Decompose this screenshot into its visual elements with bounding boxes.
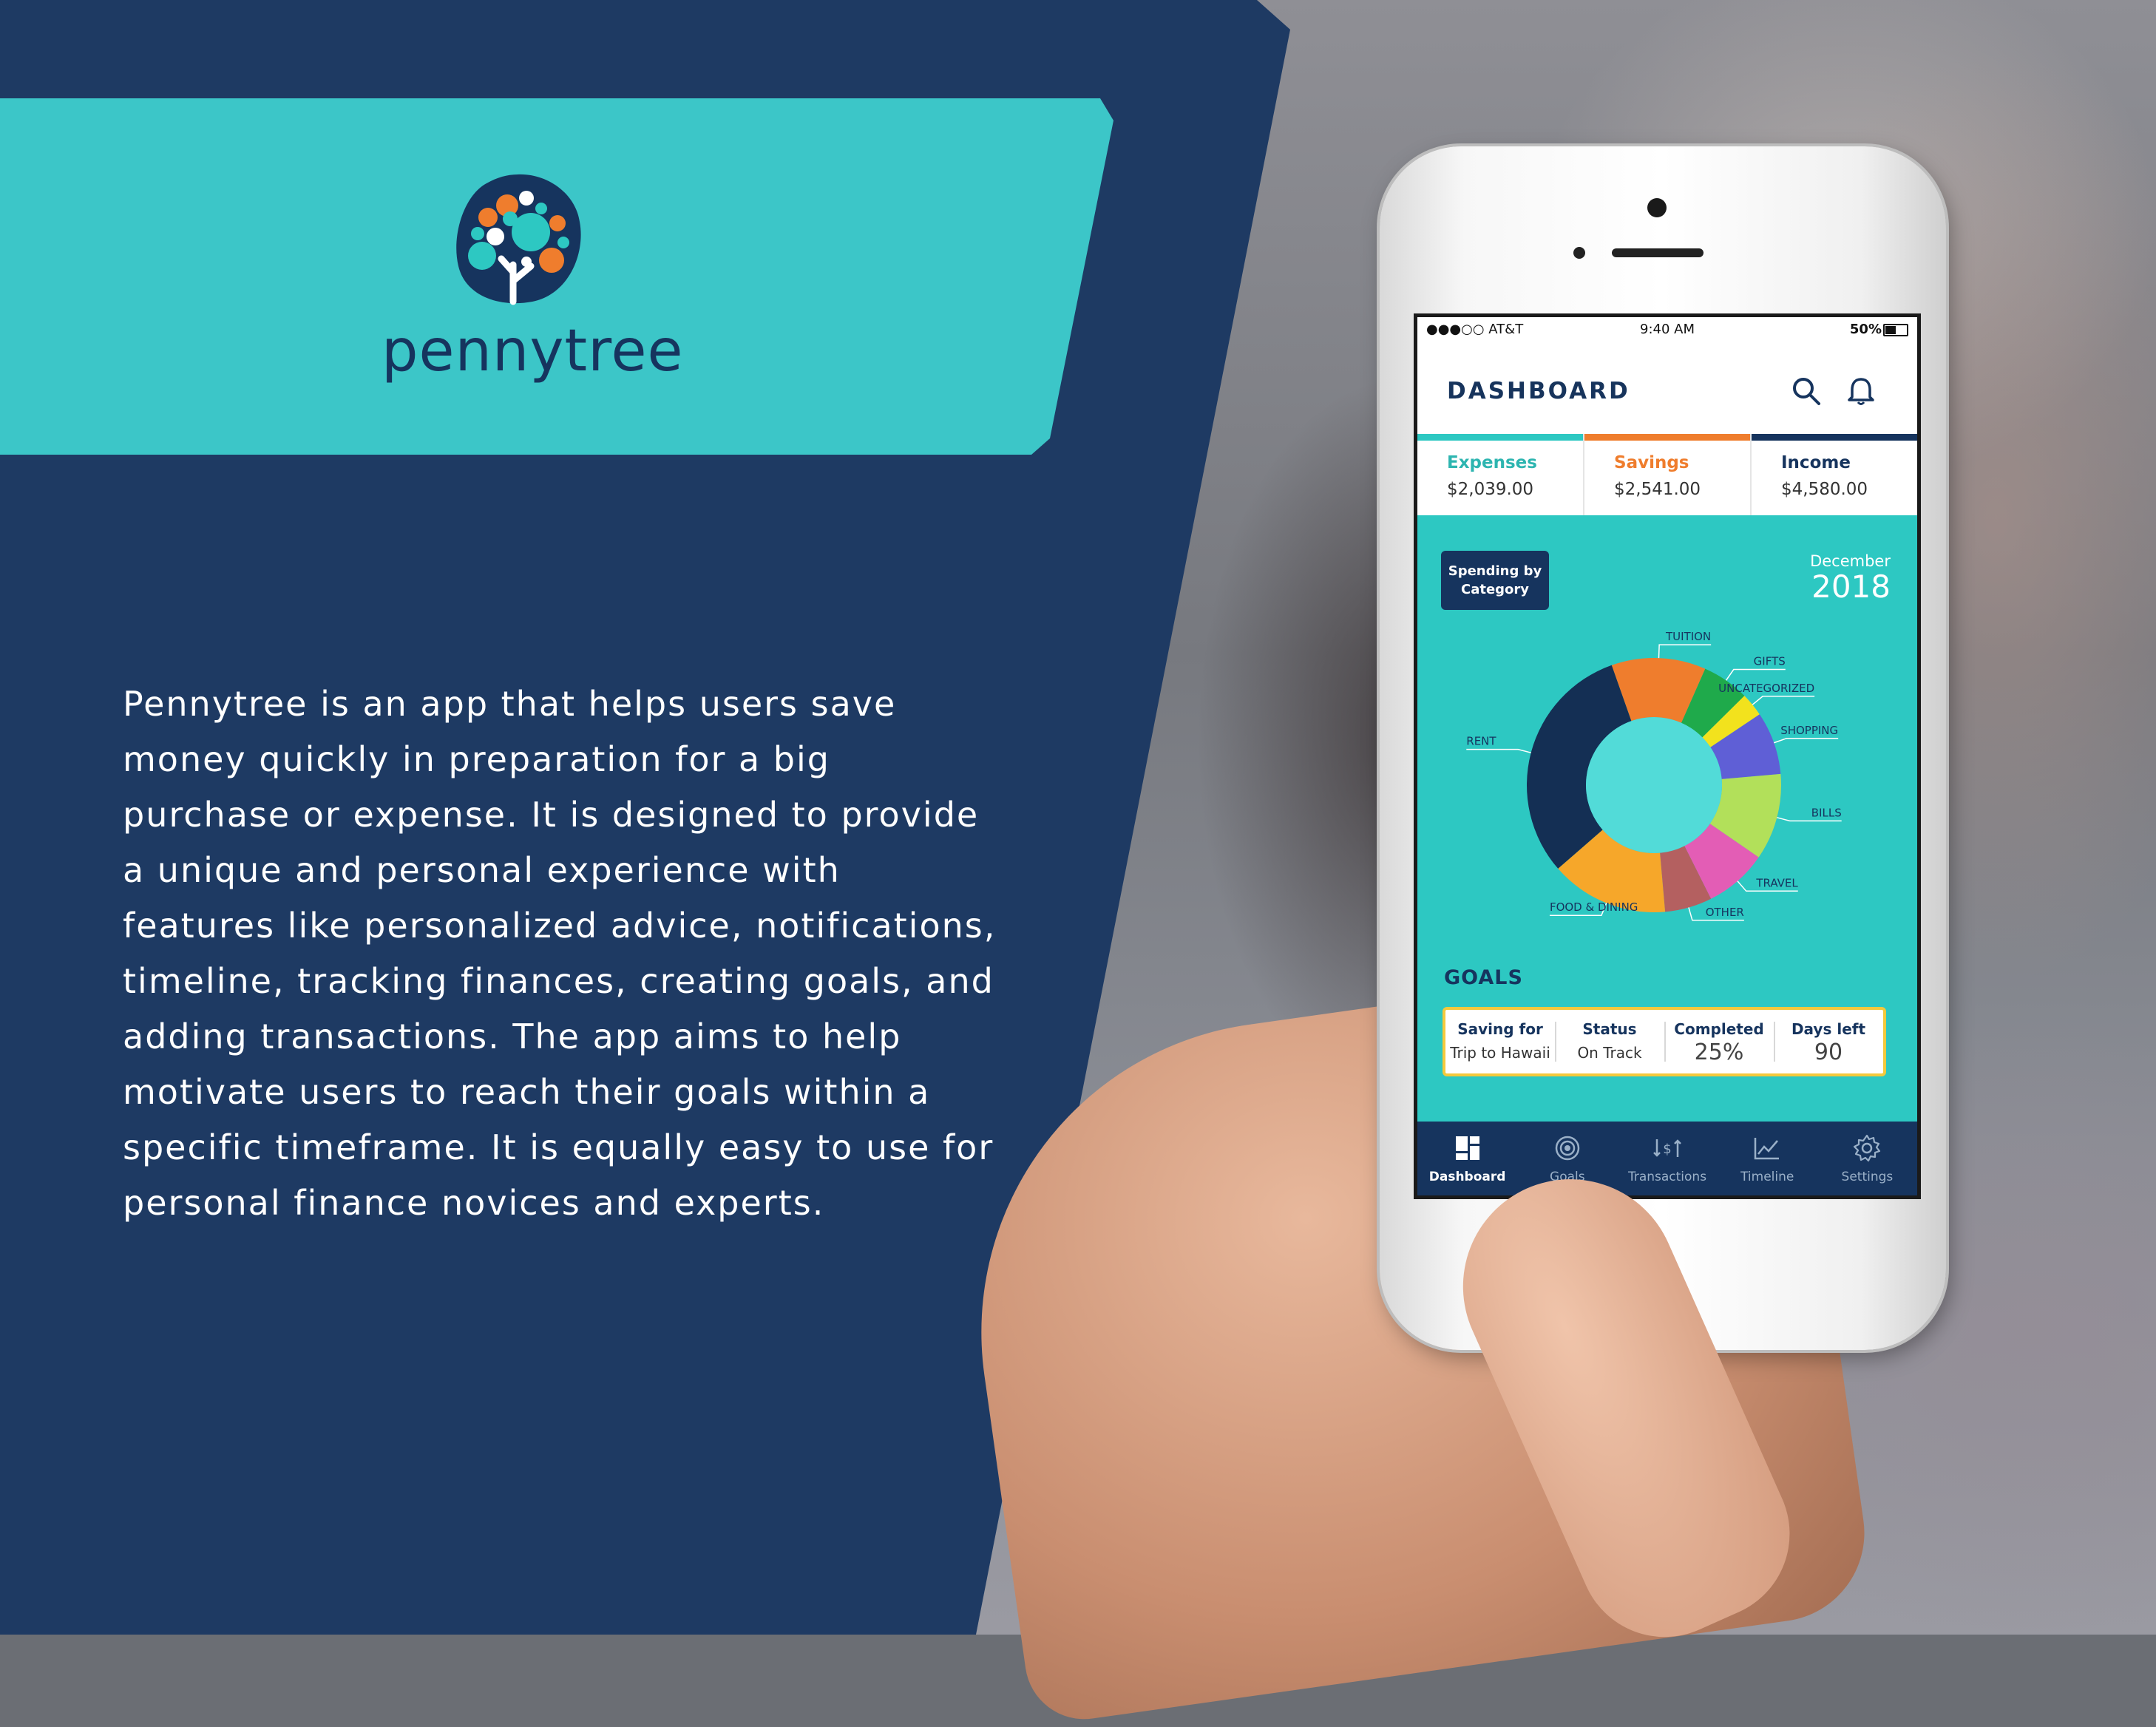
tab-transactions[interactable]: $ Transactions: [1617, 1122, 1717, 1195]
summary-row: Expenses $2,039.00 Savings $2,541.00 Inc…: [1417, 434, 1917, 515]
description-line: motivate users to reach their goals with…: [123, 1072, 931, 1112]
proximity-sensor: [1573, 247, 1585, 259]
summary-income[interactable]: Income $4,580.00: [1750, 434, 1917, 515]
goal-value: Trip to Hawaii: [1450, 1044, 1550, 1062]
summary-value: $2,541.00: [1614, 480, 1701, 499]
app-header: DASHBOARD: [1417, 360, 1917, 419]
dashboard-icon: [1455, 1136, 1479, 1160]
goal-value: 25%: [1694, 1039, 1744, 1065]
summary-expenses[interactable]: Expenses $2,039.00: [1417, 434, 1583, 515]
goal-value: 90: [1814, 1039, 1843, 1065]
summary-value: $4,580.00: [1781, 480, 1868, 499]
description-line: money quickly in preparation for a big: [123, 739, 830, 779]
battery-icon: [1883, 324, 1908, 336]
bottom-tab-bar: Dashboard Goals $ Transactions Timeline: [1417, 1122, 1917, 1195]
goal-header: Completed: [1674, 1020, 1764, 1038]
summary-label: Savings: [1614, 453, 1689, 472]
slice-leader-line: [1725, 668, 1786, 681]
description-line: a unique and personal experience with: [123, 850, 841, 890]
slice-leader-line: [1752, 696, 1815, 705]
summary-label: Income: [1781, 453, 1851, 472]
summary-bar: [1584, 434, 1750, 441]
goal-status: Status On Track: [1555, 1010, 1664, 1073]
goal-saving-for: Saving for Trip to Hawaii: [1445, 1010, 1555, 1073]
description-line: adding transactions. The app aims to hel…: [123, 1017, 902, 1056]
spending-by-category-button[interactable]: Spending by Category: [1441, 551, 1549, 610]
status-time: 9:40 AM: [1640, 322, 1695, 337]
earpiece: [1612, 248, 1704, 257]
battery-percent: 50%: [1849, 322, 1882, 337]
slice-label: UNCATEGORIZED: [1718, 682, 1814, 695]
gear-icon: [1854, 1134, 1881, 1162]
donut-center: [1586, 717, 1722, 853]
goal-header: Days left: [1791, 1020, 1866, 1038]
summary-bar: [1417, 434, 1583, 441]
tab-label: Settings: [1841, 1170, 1894, 1184]
slice-leader-line: [1658, 644, 1712, 659]
summary-bar: [1752, 434, 1917, 441]
slice-label: TUITION: [1665, 630, 1711, 643]
dashboard-content: Spending by Category December 2018 TUITI…: [1417, 515, 1917, 1122]
goal-days-left: Days left 90: [1774, 1010, 1883, 1073]
summary-value: $2,039.00: [1447, 480, 1534, 499]
slice-label: TRAVEL: [1755, 876, 1798, 889]
description-line: specific timeframe. It is equally easy t…: [123, 1127, 994, 1167]
slice-leader-line: [1466, 748, 1531, 753]
goals-title: GOALS: [1444, 966, 1523, 989]
summary-savings[interactable]: Savings $2,541.00: [1583, 434, 1750, 515]
spending-donut-chart: TUITION GIFTS UNCATEGORIZED SHOPPING BILLS TR…: [1466, 630, 1842, 921]
goal-header: Saving for: [1457, 1020, 1543, 1038]
tab-label: Dashboard: [1428, 1170, 1506, 1184]
slice-label: SHOPPING: [1780, 724, 1838, 737]
app-description: Pennytree is an app that helps users sav…: [123, 676, 997, 1231]
search-icon[interactable]: [1790, 375, 1823, 407]
slice-label: FOOD & DINING: [1550, 900, 1638, 914]
transactions-icon: $: [1653, 1139, 1681, 1157]
description-line: timeline, tracking finances, creating go…: [123, 961, 994, 1001]
svg-text:$: $: [1663, 1141, 1671, 1157]
description-line: purchase or expense. It is designed to p…: [123, 795, 980, 835]
tree-logo-icon: [456, 174, 581, 305]
slice-leader-line: [1773, 738, 1839, 744]
description-line: personal finance novices and experts.: [123, 1183, 825, 1223]
status-bar: ●●●○○ AT&T 9:40 AM 50%: [1417, 317, 1917, 339]
description-line: features like personalized advice, notif…: [123, 906, 997, 946]
phone-screen: ●●●○○ AT&T 9:40 AM 50% DASHBOARD Expense…: [1414, 313, 1921, 1199]
slice-label: BILLS: [1811, 806, 1842, 819]
tab-label: Transactions: [1627, 1170, 1707, 1184]
chip-line: Category: [1460, 582, 1530, 597]
goal-value: On Track: [1577, 1044, 1642, 1062]
summary-label: Expenses: [1447, 453, 1537, 472]
goal-card[interactable]: Saving for Trip to Hawaii Status On Trac…: [1443, 1007, 1886, 1076]
chip-line: Spending by: [1448, 563, 1542, 579]
description-line: Pennytree is an app that helps users sav…: [123, 684, 897, 724]
brand-name: pennytree: [382, 318, 684, 384]
slice-label: RENT: [1466, 735, 1496, 748]
slice-label: OTHER: [1706, 906, 1744, 919]
month-label[interactable]: December: [1810, 552, 1891, 570]
front-camera: [1647, 198, 1667, 217]
tab-label: Timeline: [1740, 1170, 1794, 1184]
year-label[interactable]: 2018: [1811, 569, 1891, 605]
slice-label: GIFTS: [1754, 655, 1786, 668]
goal-completed: Completed 25%: [1664, 1010, 1774, 1073]
bell-icon[interactable]: [1845, 375, 1877, 407]
page-title: DASHBOARD: [1447, 378, 1630, 404]
tab-dashboard[interactable]: Dashboard: [1417, 1122, 1517, 1195]
goal-header: Status: [1582, 1020, 1637, 1038]
tab-settings[interactable]: Settings: [1817, 1122, 1917, 1195]
target-icon: [1555, 1136, 1580, 1161]
tab-timeline[interactable]: Timeline: [1718, 1122, 1817, 1195]
timeline-chart-icon: [1754, 1138, 1780, 1160]
